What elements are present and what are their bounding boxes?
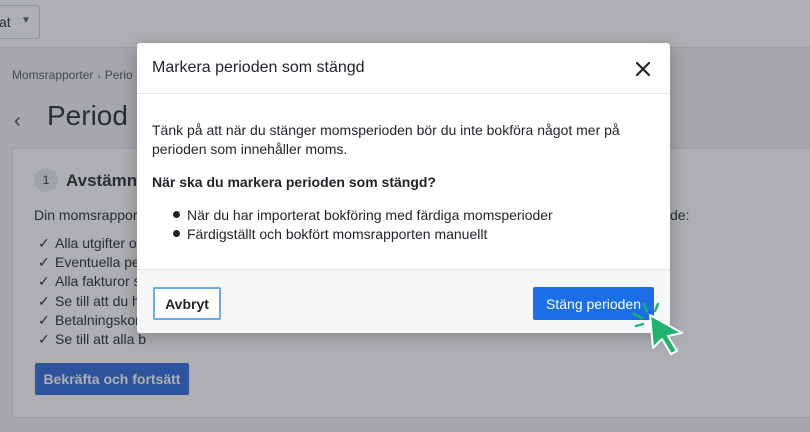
dialog-body-text: Tänk på att när du stänger momsperioden … <box>152 122 620 157</box>
cancel-button[interactable]: Avbryt <box>153 287 221 320</box>
list-item: Färdigställt och bokfört momsrapporten m… <box>152 225 553 244</box>
dialog-options-list: När du har importerat bokföring med färd… <box>152 206 553 244</box>
bullet-icon <box>173 211 180 218</box>
close-period-dialog: Markera perioden som stängd Tänk på att … <box>137 43 670 333</box>
dialog-title: Markera perioden som stängd <box>152 59 365 76</box>
dialog-header: Markera perioden som stängd <box>137 43 670 94</box>
close-icon[interactable] <box>631 57 655 81</box>
list-item: När du har importerat bokföring med färd… <box>152 206 553 225</box>
pointer-cursor-icon <box>630 298 692 356</box>
bullet-icon <box>173 230 180 237</box>
dialog-footer: Avbryt Stäng perioden <box>137 269 670 333</box>
dialog-body: Tänk på att när du stänger momsperioden … <box>152 121 657 242</box>
dialog-question: När ska du markera perioden som stängd? <box>152 174 436 190</box>
